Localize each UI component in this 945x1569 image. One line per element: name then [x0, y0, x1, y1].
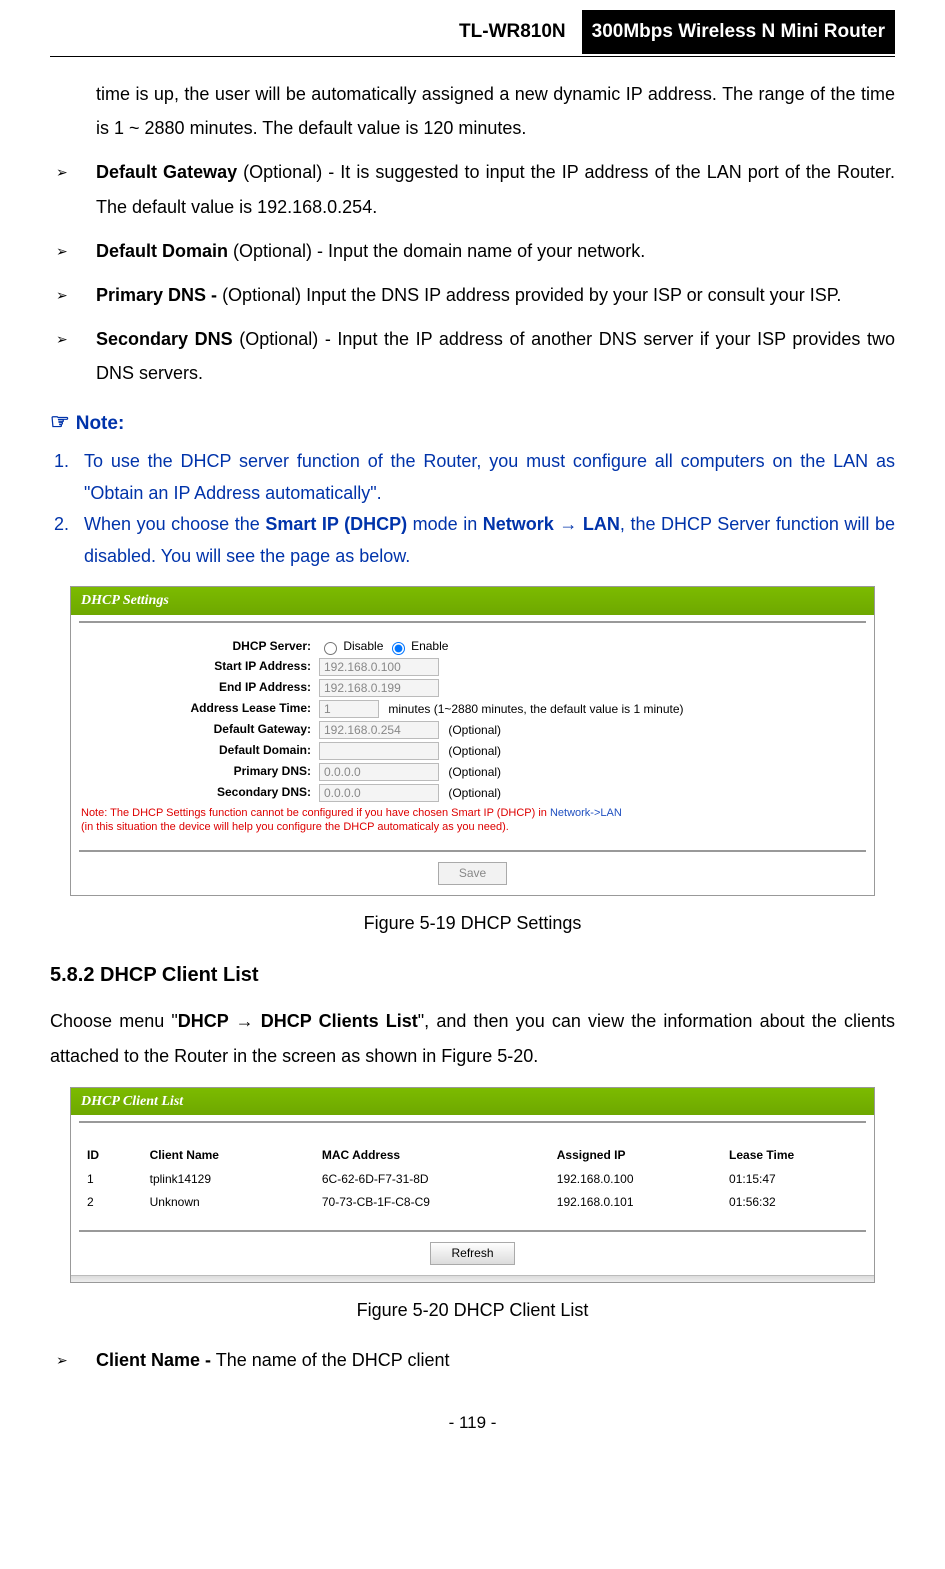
feature-bullet-list: Default Gateway (Optional) - It is sugge…	[50, 155, 895, 390]
note-item-2: When you choose the Smart IP (DHCP) mode…	[74, 509, 895, 572]
radio-disable[interactable]	[324, 642, 337, 655]
cell-lease: 01:15:47	[723, 1168, 864, 1191]
input-domain[interactable]	[319, 742, 439, 760]
label-pdns: Primary DNS:	[81, 763, 319, 780]
cell-id: 1	[81, 1168, 144, 1191]
sdns-optional: (Optional)	[448, 786, 501, 800]
intro-paragraph: time is up, the user will be automatical…	[50, 77, 895, 145]
note-header: ☞Note:	[50, 401, 895, 443]
bullet-default-gateway: Default Gateway (Optional) - It is sugge…	[76, 155, 895, 223]
lease-hint: minutes (1~2880 minutes, the default val…	[388, 702, 683, 716]
figure-caption-5-19: Figure 5-19 DHCP Settings	[50, 906, 895, 940]
label-sdns: Secondary DNS:	[81, 784, 319, 801]
section-5-8-2-heading: 5.8.2 DHCP Client List	[50, 956, 895, 994]
col-name: Client Name	[144, 1143, 316, 1168]
radio-enable[interactable]	[392, 642, 405, 655]
input-start-ip[interactable]	[319, 658, 439, 676]
para-5-8-2: Choose menu "DHCP → DHCP Clients List", …	[50, 1004, 895, 1072]
radio-disable-label: Disable	[343, 639, 383, 653]
pdns-optional: (Optional)	[448, 765, 501, 779]
dhcp-client-list-screenshot: DHCP Client List ID Client Name MAC Addr…	[70, 1087, 875, 1283]
bullet-default-domain: Default Domain (Optional) - Input the do…	[76, 234, 895, 268]
bullet-primary-dns: Primary DNS - (Optional) Input the DNS I…	[76, 278, 895, 312]
label-gateway: Default Gateway:	[81, 721, 319, 738]
col-mac: MAC Address	[316, 1143, 551, 1168]
input-end-ip[interactable]	[319, 679, 439, 697]
input-sdns[interactable]	[319, 784, 439, 802]
cell-id: 2	[81, 1191, 144, 1214]
gateway-optional: (Optional)	[448, 723, 501, 737]
input-lease[interactable]	[319, 700, 379, 718]
cell-mac: 70-73-CB-1F-C8-C9	[316, 1191, 551, 1214]
page-header: TL-WR810N 300Mbps Wireless N Mini Router	[50, 10, 895, 57]
col-ip: Assigned IP	[551, 1143, 723, 1168]
input-pdns[interactable]	[319, 763, 439, 781]
col-lease: Lease Time	[723, 1143, 864, 1168]
page-number: - 119 -	[50, 1407, 895, 1439]
scrollbar-stub	[71, 1275, 874, 1282]
row-dhcp-server: DHCP Server: Disable Enable	[81, 638, 864, 655]
save-button[interactable]: Save	[438, 862, 507, 885]
label-end-ip: End IP Address:	[81, 679, 319, 696]
cell-name: tplink14129	[144, 1168, 316, 1191]
panel-title-client-list: DHCP Client List	[71, 1088, 874, 1116]
label-lease: Address Lease Time:	[81, 700, 319, 717]
domain-optional: (Optional)	[448, 744, 501, 758]
cell-ip: 192.168.0.100	[551, 1168, 723, 1191]
panel-title-dhcp-settings: DHCP Settings	[71, 587, 874, 615]
refresh-button[interactable]: Refresh	[430, 1242, 514, 1265]
dhcp-settings-screenshot: DHCP Settings DHCP Server: Disable Enabl…	[70, 586, 875, 896]
note-icon: ☞	[50, 409, 70, 434]
label-dhcp-server: DHCP Server:	[81, 638, 319, 655]
dhcp-red-note: Note: The DHCP Settings function cannot …	[81, 806, 864, 835]
cell-lease: 01:56:32	[723, 1191, 864, 1214]
label-start-ip: Start IP Address:	[81, 658, 319, 675]
note-item-1: To use the DHCP server function of the R…	[74, 446, 895, 509]
table-row: 1tplink141296C-62-6D-F7-31-8D192.168.0.1…	[81, 1168, 864, 1191]
model-number: TL-WR810N	[451, 12, 574, 52]
client-table: ID Client Name MAC Address Assigned IP L…	[81, 1143, 864, 1213]
input-gateway[interactable]	[319, 721, 439, 739]
cell-ip: 192.168.0.101	[551, 1191, 723, 1214]
note-list: To use the DHCP server function of the R…	[50, 446, 895, 572]
bullet-secondary-dns: Secondary DNS (Optional) - Input the IP …	[76, 322, 895, 390]
label-domain: Default Domain:	[81, 742, 319, 759]
col-id: ID	[81, 1143, 144, 1168]
cell-name: Unknown	[144, 1191, 316, 1214]
table-row: 2Unknown70-73-CB-1F-C8-C9192.168.0.10101…	[81, 1191, 864, 1214]
figure-caption-5-20: Figure 5-20 DHCP Client List	[50, 1293, 895, 1327]
bullet-client-name: Client Name - The name of the DHCP clien…	[76, 1343, 895, 1377]
radio-enable-label: Enable	[411, 639, 448, 653]
product-title: 300Mbps Wireless N Mini Router	[582, 10, 895, 54]
cell-mac: 6C-62-6D-F7-31-8D	[316, 1168, 551, 1191]
client-bullet-list: Client Name - The name of the DHCP clien…	[50, 1343, 895, 1377]
